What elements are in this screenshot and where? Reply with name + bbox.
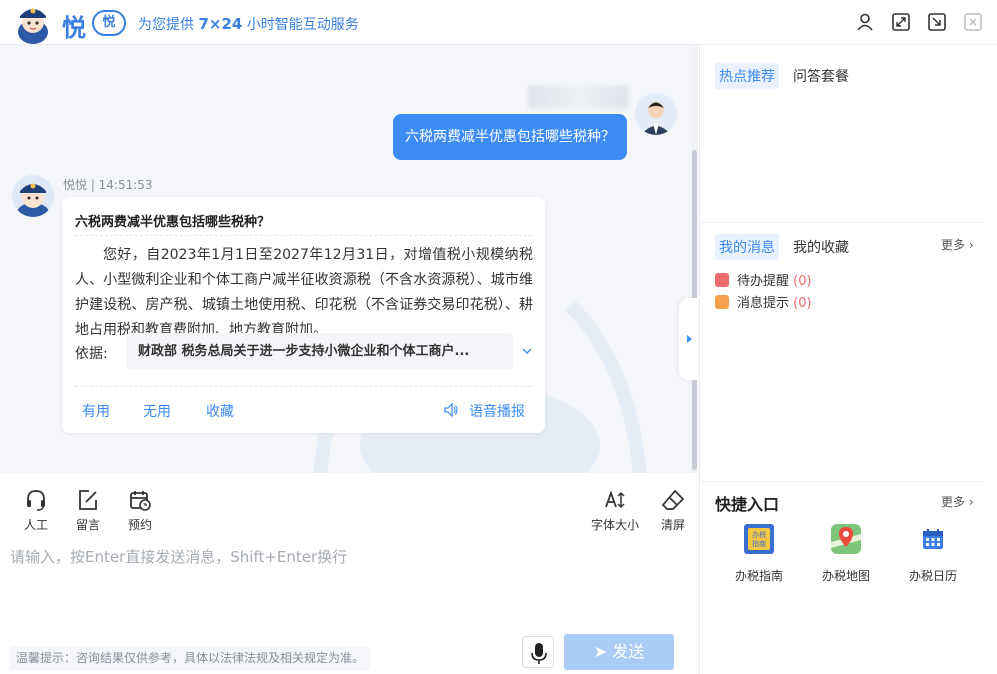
exit-icon[interactable] (927, 12, 947, 32)
answer-title: 六税两费减半优惠包括哪些税种？ (75, 215, 271, 230)
todo-label: 待办提醒 (737, 274, 790, 289)
svg-text:指南: 指南 (752, 539, 766, 548)
font-size-icon (605, 490, 625, 509)
map-pin-icon (831, 524, 861, 554)
edit-icon (79, 490, 97, 510)
headset-icon (27, 490, 45, 511)
microphone-icon (531, 643, 547, 664)
favorite-button[interactable]: 收藏 (206, 401, 234, 421)
clock-icon (715, 273, 729, 287)
leave-message-label: 留言 (75, 518, 100, 532)
tax-calendar-entry[interactable]: 办税日历 (898, 522, 968, 584)
font-size-label: 字体大小 (590, 518, 639, 532)
calendar-icon (923, 529, 943, 549)
bulb-icon (715, 295, 729, 309)
voice-broadcast-button[interactable]: 语音播报 (469, 401, 525, 421)
bot-avatar (12, 175, 54, 217)
microphone-button[interactable] (522, 636, 554, 668)
chevron-right-icon: › (968, 238, 974, 252)
leave-message-button[interactable]: 留言 (63, 488, 113, 533)
mascot-logo-icon (18, 8, 48, 44)
divider (700, 481, 983, 482)
bot-answer-card: 六税两费减半优惠包括哪些税种？ 您好，自2023年1月1日至2027年12月31… (62, 197, 545, 433)
tax-map-label: 办税地图 (821, 569, 870, 583)
divider (700, 222, 983, 223)
todo-reminder-item[interactable]: 待办提醒 (0) (715, 270, 812, 289)
more-label: 更多 (941, 238, 966, 252)
tax-map-entry[interactable]: 办税地图 (811, 522, 881, 584)
clear-screen-button[interactable]: 清屏 (648, 488, 698, 533)
todo-count: (0) (793, 274, 812, 289)
notice-count: (0) (793, 296, 812, 311)
tab-qa-packages[interactable]: 问答套餐 (793, 66, 849, 86)
appointment-label: 预约 (127, 518, 152, 532)
tax-guide-icon: 办税 指南 (744, 524, 774, 554)
user-icon[interactable] (855, 12, 875, 32)
user-avatar (635, 93, 677, 135)
appointment-button[interactable]: 预约 (115, 488, 165, 533)
bot-message-meta: 悦悦 | 14:51:53 (63, 178, 153, 192)
clear-screen-label: 清屏 (660, 518, 685, 532)
eraser-icon (661, 489, 685, 510)
more-messages-link[interactable]: 更多 › (941, 236, 974, 253)
disclaimer-tip: 温馨提示：咨询结果仅供参考，具体以法律法规及相关规定为准。 (10, 646, 371, 670)
chevron-right-icon: › (968, 495, 974, 509)
user-message-bubble: 六税两费减半优惠包括哪些税种？ (393, 114, 627, 160)
message-notice-item[interactable]: 消息提示 (0) (715, 292, 812, 311)
tab-my-favorites[interactable]: 我的收藏 (793, 237, 849, 257)
basis-label: 依据: (75, 346, 108, 362)
human-service-button[interactable]: 人工 (11, 488, 61, 533)
divider (75, 386, 532, 387)
more-quick-link[interactable]: 更多 › (941, 493, 974, 510)
mascot-icon (17, 183, 49, 217)
message-input[interactable]: 请输入，按Enter直接发送消息，Shift+Enter换行 (10, 546, 347, 567)
more-label: 更多 (941, 495, 966, 509)
person-icon (641, 102, 671, 135)
expand-icon[interactable] (891, 12, 911, 32)
logo-text: 悦 (62, 14, 86, 42)
divider (75, 235, 532, 236)
app-header: 悦 悦 为您提供 7×24 小时智能互动服务 (0, 0, 997, 45)
useful-button[interactable]: 有用 (82, 401, 110, 421)
useless-button[interactable]: 无用 (143, 401, 171, 421)
human-service-label: 人工 (23, 518, 48, 532)
collapse-sidebar-button[interactable] (679, 298, 699, 380)
user-name-blurred (528, 86, 628, 108)
font-size-button[interactable]: 字体大小 (588, 488, 642, 533)
send-icon: ➤ (593, 642, 608, 661)
tax-guide-label: 办税指南 (734, 569, 783, 583)
svg-text:办税: 办税 (752, 530, 766, 539)
basis-document-link[interactable]: 财政部 税务总局关于进一步支持小微企业和个体工商户... (126, 333, 513, 370)
send-button[interactable]: ➤ 发送 (564, 634, 674, 670)
close-icon[interactable] (963, 12, 983, 32)
quick-entry-title: 快捷入口 (715, 495, 780, 514)
tab-hot-recommend[interactable]: 热点推荐 (715, 63, 779, 89)
answer-body: 您好，自2023年1月1日至2027年12月31日，对增值税小规模纳税人、小型微… (75, 247, 533, 338)
notice-label: 消息提示 (737, 296, 790, 311)
logo-badge: 悦 (92, 10, 126, 36)
tab-my-messages[interactable]: 我的消息 (715, 234, 779, 260)
slogan: 为您提供 7×24 小时智能互动服务 (138, 15, 359, 33)
send-label: 发送 (612, 642, 645, 661)
tax-guide-entry[interactable]: 办税 指南 办税指南 (724, 522, 794, 584)
chevron-down-icon[interactable] (521, 345, 533, 357)
caret-right-icon (687, 335, 692, 343)
tax-calendar-label: 办税日历 (908, 569, 957, 583)
speaker-icon[interactable] (443, 402, 459, 418)
calendar-clock-icon (130, 491, 151, 511)
